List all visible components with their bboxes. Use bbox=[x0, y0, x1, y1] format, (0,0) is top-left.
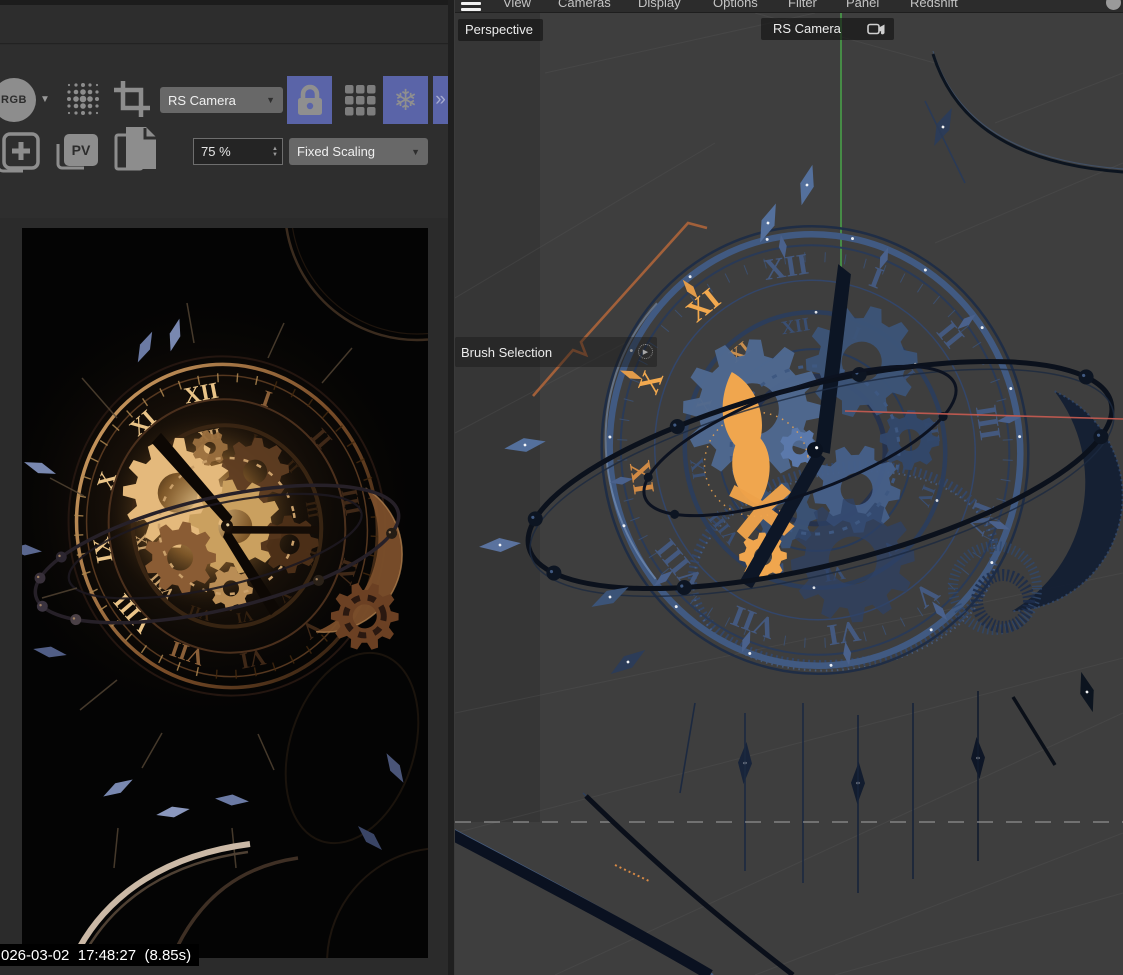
channel-dropdown-caret[interactable]: ▼ bbox=[40, 94, 50, 105]
camera-icon bbox=[867, 23, 885, 34]
panel-splitter[interactable] bbox=[448, 0, 455, 975]
dithering-icon[interactable] bbox=[64, 80, 102, 118]
zoom-stepper[interactable]: ▲ ▼ bbox=[272, 146, 278, 158]
zoom-percent-field[interactable]: 75 % ▲ ▼ bbox=[193, 138, 283, 165]
application-window: RGB ▼ RS Camera ▼ ❄ » PV 75 % ▲ ▼ Fixed … bbox=[0, 0, 1123, 975]
copy-image-button[interactable] bbox=[112, 125, 162, 177]
chevron-down-icon: ▼ bbox=[266, 95, 275, 105]
active-tool-label: Brush Selection ▶ bbox=[455, 337, 657, 367]
lock-view-button[interactable] bbox=[287, 76, 332, 124]
menu-item-options[interactable]: Options bbox=[713, 0, 758, 12]
tool-play-icon[interactable]: ▶ bbox=[638, 344, 653, 359]
lock-icon bbox=[297, 84, 322, 115]
stepper-down-icon[interactable]: ▼ bbox=[272, 152, 278, 158]
render-status-bar: 026-03-02 17:48:27 (8.85s) bbox=[0, 944, 200, 966]
menu-item-redshift[interactable]: Redshift bbox=[910, 0, 958, 12]
menu-item-panel[interactable]: Panel bbox=[846, 0, 879, 12]
menu-item-filter[interactable]: Filter bbox=[788, 0, 817, 12]
viewport-menubar: View Cameras Display Options Filter Panel Reds… bbox=[455, 0, 1123, 13]
render-clock-artwork: XIIIIIIIIIVVVIVIIVIIIIXXXIXIIIIIIIIIVVVI… bbox=[22, 228, 428, 958]
zoom-percent-value: 75 % bbox=[201, 144, 231, 159]
scaling-mode-value: Fixed Scaling bbox=[297, 144, 376, 159]
picture-viewer-button[interactable]: PV bbox=[52, 128, 102, 176]
render-camera-select-value: RS Camera bbox=[168, 92, 236, 108]
render-view-toolbar: RGB ▼ RS Camera ▼ ❄ » PV 75 % ▲ ▼ Fixed … bbox=[0, 45, 448, 218]
render-view-header bbox=[0, 5, 448, 44]
rgb-channel-button[interactable]: RGB bbox=[0, 78, 36, 122]
menu-item-display[interactable]: Display bbox=[638, 0, 681, 12]
chevron-down-icon: ▼ bbox=[411, 146, 420, 157]
viewport-3d-scene[interactable]: XIIIIIIIIIVVVIVIIVIIIIXXXIXIIIIIIIIIVVVI… bbox=[455, 13, 1123, 975]
chevron-double-right-icon: » bbox=[435, 89, 446, 110]
toolbar-overflow-button[interactable]: » bbox=[433, 76, 448, 124]
menu-item-cameras[interactable]: Cameras bbox=[558, 0, 611, 12]
hamburger-menu-icon[interactable] bbox=[461, 2, 481, 12]
snowflake-icon: ❄ bbox=[393, 83, 418, 117]
menubar-utility-icon[interactable] bbox=[1106, 0, 1121, 10]
menu-item-view[interactable]: View bbox=[503, 0, 531, 12]
rendered-image: XIIIIIIIIIVVVIVIIVIIIIXXXIXIIIIIIIIIVVVI… bbox=[22, 228, 428, 958]
viewport-panel: View Cameras Display Options Filter Panel Reds… bbox=[455, 0, 1123, 975]
render-timestamp: 026-03-02 17:48:27 (8.85s) bbox=[1, 946, 192, 964]
render-view-panel: RGB ▼ RS Camera ▼ ❄ » PV 75 % ▲ ▼ Fixed … bbox=[0, 0, 448, 975]
freeze-button[interactable]: ❄ bbox=[383, 76, 428, 124]
viewport-camera-label[interactable]: RS Camera bbox=[761, 18, 894, 40]
grid-icon bbox=[344, 85, 375, 116]
viewport-view-label[interactable]: Perspective bbox=[458, 19, 543, 41]
render-camera-select[interactable]: RS Camera ▼ bbox=[160, 87, 283, 113]
scaling-mode-select[interactable]: Fixed Scaling ▼ bbox=[289, 138, 428, 165]
viewport-scene-artwork: XIIIIIIIIIVVVIVIIVIIIIXXXIXIIIIIIIIIVVVI… bbox=[455, 13, 1123, 975]
add-render-button[interactable] bbox=[0, 128, 42, 176]
grid-button[interactable] bbox=[337, 76, 382, 124]
crop-icon[interactable] bbox=[111, 78, 153, 120]
